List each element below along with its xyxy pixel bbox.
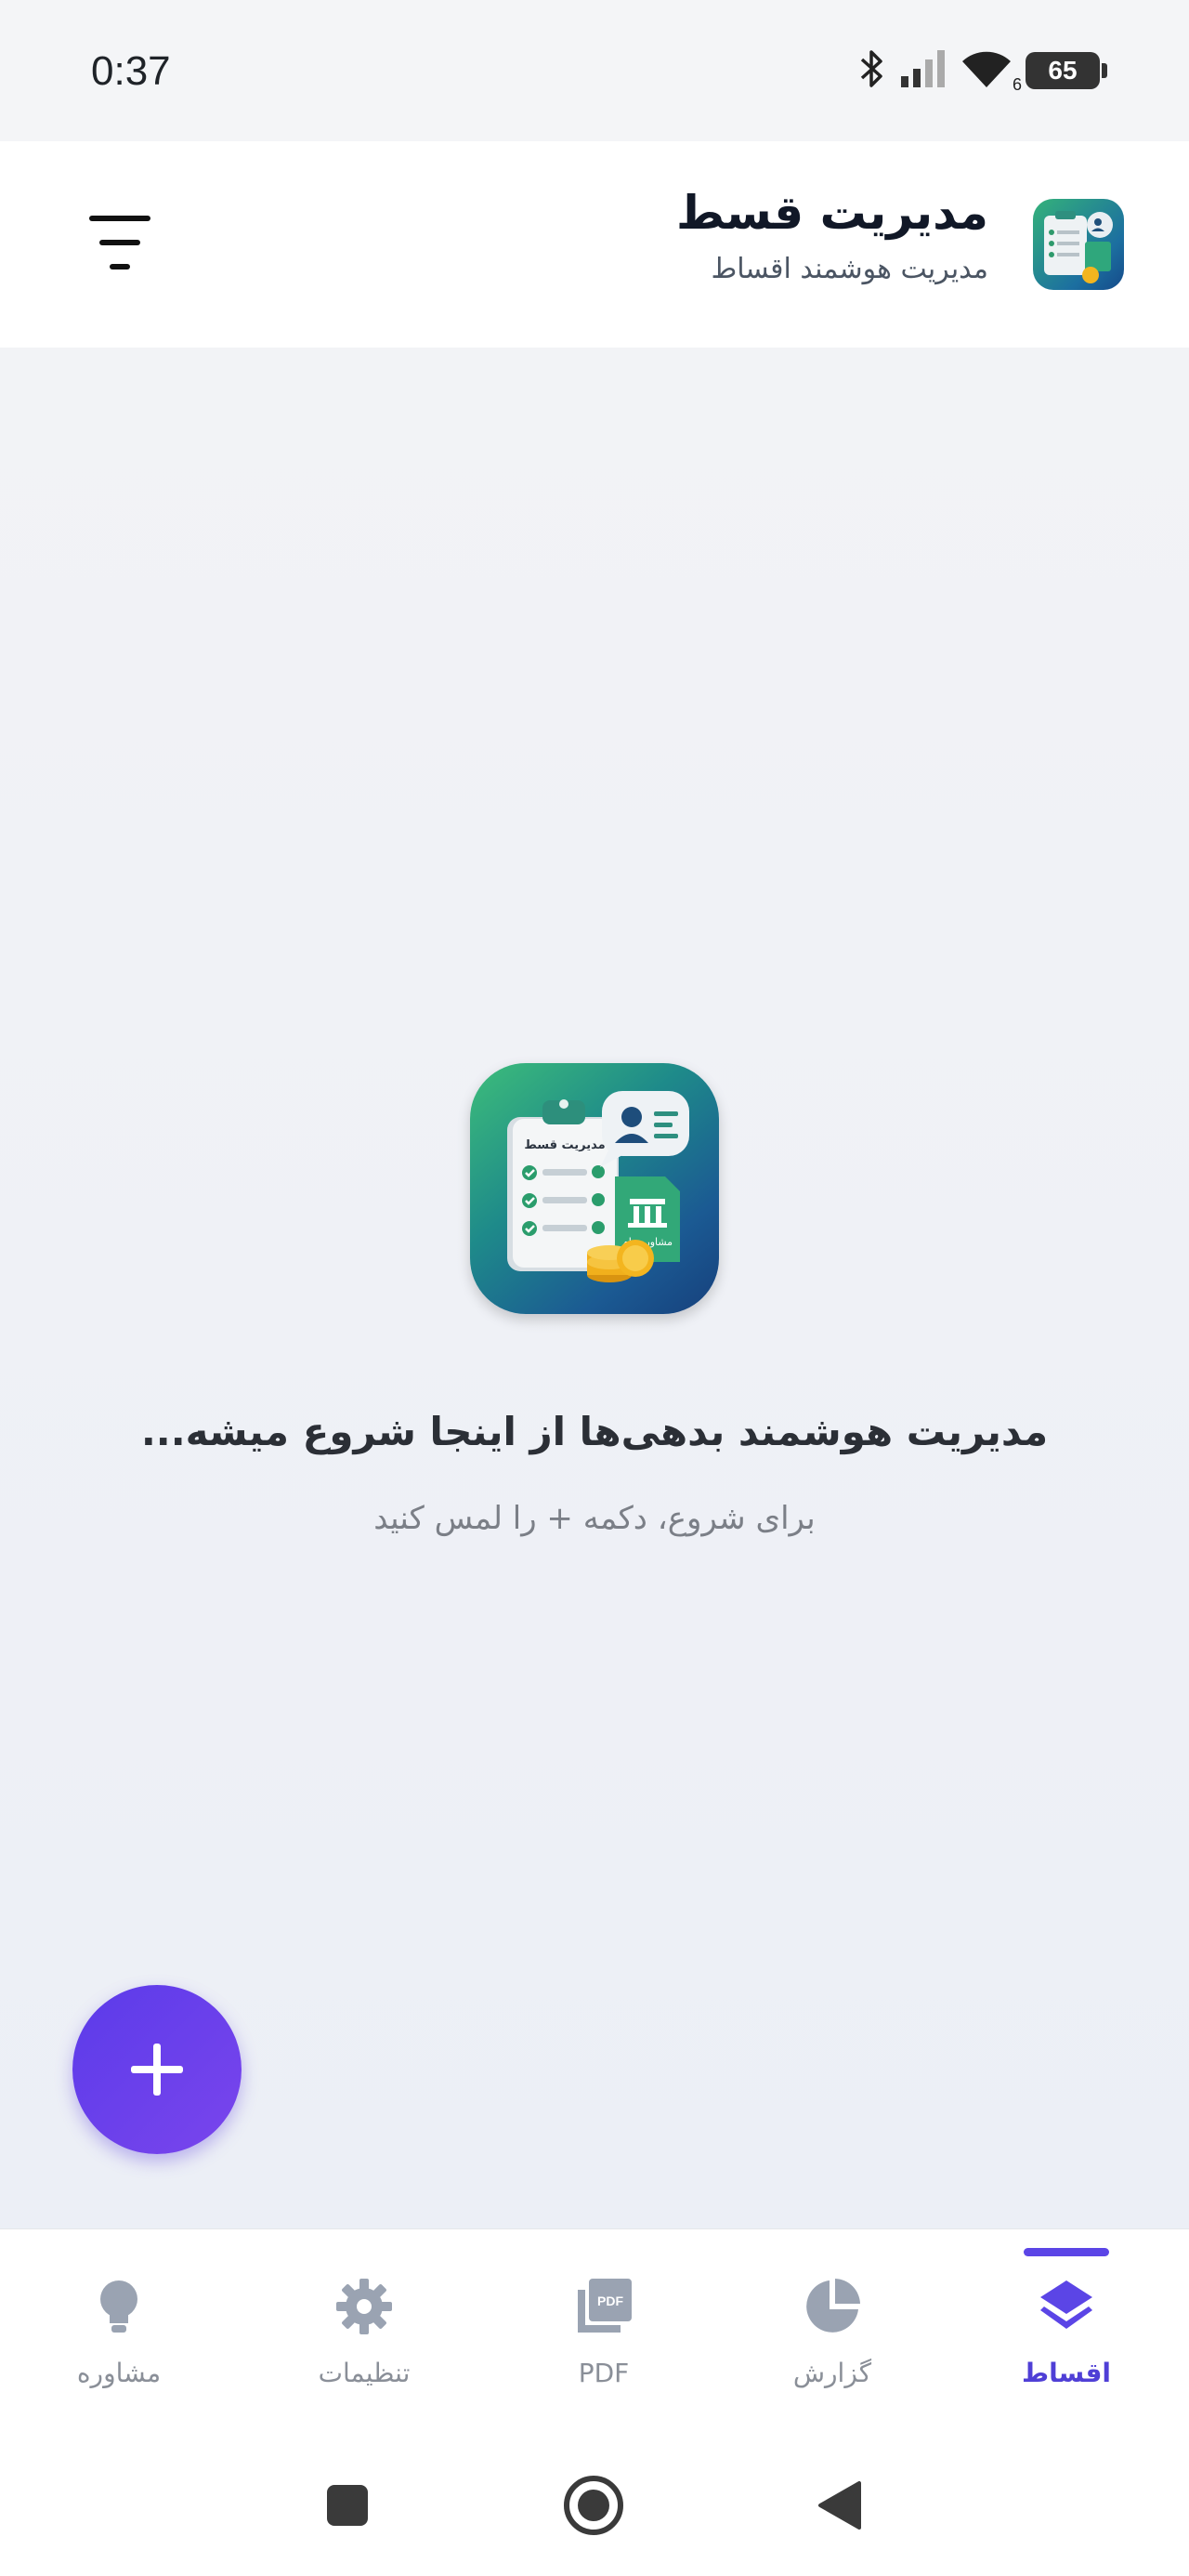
plus-icon (131, 2044, 183, 2096)
wifi-icon: 6 (960, 48, 1022, 94)
circle-home-icon (564, 2476, 623, 2535)
page-title: مدیریت قسط (676, 186, 988, 240)
filter-button[interactable] (89, 216, 150, 269)
square-icon (327, 2485, 368, 2526)
header-title-block: مدیریت قسط مدیریت هوشمند اقساط (676, 186, 988, 285)
recent-apps-button[interactable] (314, 2472, 381, 2539)
nav-label: اقساط (1021, 2358, 1112, 2388)
empty-state-illustration: مدیریت قسط مشاوره وام (470, 1063, 719, 1314)
filter-line (99, 240, 140, 245)
bluetooth-icon (858, 48, 886, 93)
svg-text:PDF: PDF (597, 2293, 623, 2308)
back-triangle-icon (818, 2481, 861, 2530)
nav-label: تنظیمات (318, 2358, 411, 2388)
nav-item-report[interactable]: گزارش (739, 2229, 925, 2436)
nav-label: گزارش (792, 2358, 872, 2388)
wifi-badge: 6 (1012, 75, 1022, 94)
empty-state-hint: برای شروع، دکمه + را لمس کنید (373, 1500, 816, 1537)
nav-item-pdf[interactable]: PDF PDF (511, 2229, 697, 2436)
pdf-icon: PDF (573, 2276, 634, 2337)
main-content: مدیریت قسط مشاوره وام مدیریت هوشمند بدهی… (0, 348, 1189, 2228)
nav-label: PDF (578, 2358, 630, 2388)
add-installment-button[interactable] (72, 1985, 242, 2154)
gear-icon (333, 2276, 395, 2337)
lightbulb-icon (88, 2276, 150, 2337)
back-button[interactable] (806, 2472, 873, 2539)
page-subtitle: مدیریت هوشمند اقساط (711, 253, 988, 285)
home-button[interactable] (560, 2472, 627, 2539)
battery-icon: 65 (1026, 52, 1107, 89)
nav-item-settings[interactable]: تنظیمات (271, 2229, 457, 2436)
system-navigation-bar (0, 2435, 1189, 2576)
nav-item-consultation[interactable]: مشاوره (26, 2229, 212, 2436)
status-time: 0:37 (91, 48, 171, 94)
layers-icon (1036, 2276, 1097, 2337)
app-header: مدیریت قسط مدیریت هوشمند اقساط (0, 141, 1189, 348)
app-logo (1033, 199, 1124, 290)
logo-clipboard-title: مدیریت قسط (524, 1138, 605, 1152)
cellular-signal-icon (899, 48, 947, 93)
filter-line (110, 264, 130, 269)
nav-label: مشاوره (76, 2358, 162, 2388)
pie-chart-icon (802, 2276, 863, 2337)
nav-item-installments[interactable]: اقساط (973, 2229, 1159, 2436)
bottom-navigation: اقساط گزارش PDF PDF تنظیمات مشاوره (0, 2228, 1189, 2435)
status-icons: 6 65 (858, 48, 1107, 94)
status-bar: 0:37 6 65 (0, 0, 1189, 141)
empty-state-title: مدیریت هوشمند بدهی‌ها از اینجا شروع میشه… (140, 1409, 1049, 1454)
active-indicator (1024, 2248, 1109, 2256)
filter-line (89, 216, 150, 221)
